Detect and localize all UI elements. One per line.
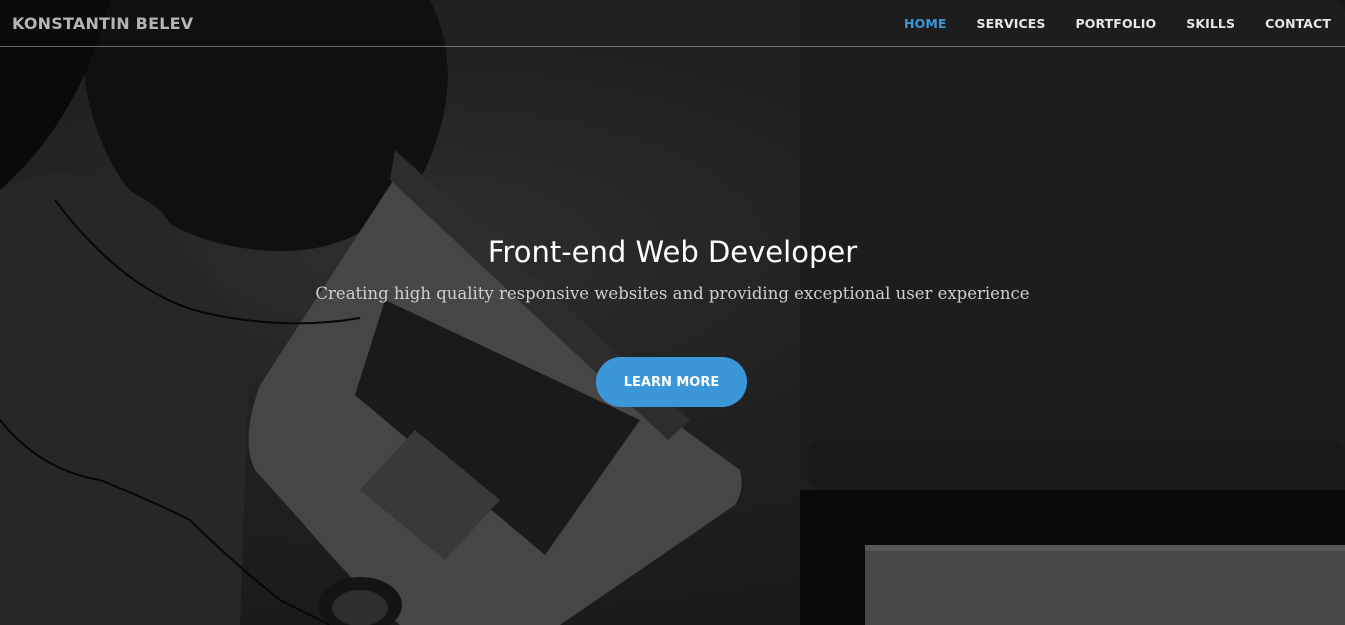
background-dim-overlay (0, 0, 1345, 625)
top-navbar: KONSTANTIN BELEV HOME SERVICES PORTFOLIO… (0, 0, 1345, 47)
brand-logo-text[interactable]: KONSTANTIN BELEV (12, 14, 193, 33)
nav-item-home[interactable]: HOME (904, 16, 946, 31)
learn-more-button[interactable]: LEARN MORE (596, 357, 747, 407)
nav-item-portfolio[interactable]: PORTFOLIO (1076, 16, 1157, 31)
hero-title: Front-end Web Developer (487, 235, 858, 269)
nav-item-contact[interactable]: CONTACT (1265, 16, 1331, 31)
nav-item-services[interactable]: SERVICES (977, 16, 1046, 31)
hero-subtitle: Creating high quality responsive website… (315, 284, 1030, 303)
nav-item-skills[interactable]: SKILLS (1186, 16, 1235, 31)
nav-menu: HOME SERVICES PORTFOLIO SKILLS CONTACT (874, 0, 1331, 46)
hero-background-image (0, 0, 1345, 625)
